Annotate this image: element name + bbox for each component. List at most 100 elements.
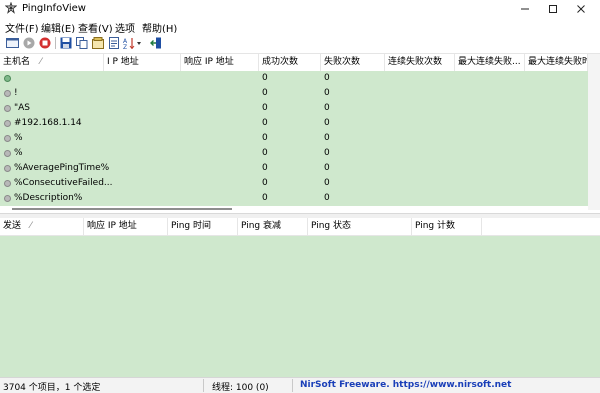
- toolbar-separator: [55, 37, 56, 49]
- minimize-button[interactable]: [512, 0, 538, 18]
- cell-success: 0: [262, 193, 268, 203]
- host-status-icon: [4, 75, 11, 82]
- status-threads: 线程: 100 (0): [212, 383, 269, 393]
- title-bar: PingInfoView: [0, 0, 600, 18]
- host-status-icon: [4, 180, 11, 187]
- properties-button[interactable]: [91, 36, 105, 50]
- column-header-send[interactable]: 发送 ⁄: [0, 218, 84, 235]
- column-label-response-ip: 响应 IP 地址: [184, 57, 234, 67]
- stop-icon: [39, 37, 51, 49]
- table-row[interactable]: ! 0 0: [0, 86, 588, 101]
- host-status-icon: [4, 90, 11, 97]
- save-icon: [60, 37, 72, 49]
- properties-icon: [92, 37, 104, 49]
- html-report-icon: [109, 37, 119, 49]
- column-header-max-consecutive-fail-time[interactable]: 最大连续失败时: [525, 54, 588, 71]
- status-item-count: 3704 个项目，1 个选定: [3, 383, 101, 393]
- table-row[interactable]: %ConsecutiveFailed... 0 0: [0, 176, 588, 191]
- cell-host: !: [14, 88, 18, 98]
- column-label-ping-time: Ping 时间: [171, 221, 212, 231]
- column-header-ping-count[interactable]: Ping 计数: [412, 218, 482, 235]
- hosts-table: 主机名 ⁄ I P 地址 响应 IP 地址 成功次数 失败次数 连续失败次数 最…: [0, 54, 588, 210]
- horizontal-scrollbar-thumb[interactable]: [12, 208, 232, 210]
- cell-fail: 0: [324, 193, 330, 203]
- column-label-ping-ttl: Ping 衰减: [241, 221, 282, 231]
- close-button[interactable]: [568, 0, 594, 18]
- vertical-scrollbar[interactable]: [588, 54, 600, 210]
- menu-bar: 文件(F) 编辑(E) 查看(V) 选项 帮助(H): [0, 18, 600, 35]
- host-status-icon: [4, 195, 11, 202]
- sort-button[interactable]: AZ: [123, 36, 143, 50]
- cell-success: 0: [262, 178, 268, 188]
- cell-success: 0: [262, 73, 268, 83]
- cell-success: 0: [262, 163, 268, 173]
- table-row[interactable]: %AveragePingTime% 0 0: [0, 161, 588, 176]
- cell-host: %AveragePingTime%: [14, 163, 110, 173]
- column-header-response-ip[interactable]: 响应 IP 地址: [181, 54, 259, 71]
- stop-button[interactable]: [38, 36, 52, 50]
- table-row[interactable]: "AS 0 0: [0, 101, 588, 116]
- column-header-consecutive-fail[interactable]: 连续失败次数: [385, 54, 455, 71]
- column-header-fail[interactable]: 失败次数: [321, 54, 385, 71]
- column-label-success: 成功次数: [262, 57, 299, 67]
- cell-success: 0: [262, 88, 268, 98]
- table-row[interactable]: #192.168.1.14 0 0: [0, 116, 588, 131]
- cell-fail: 0: [324, 163, 330, 173]
- window-title: PingInfoView: [22, 3, 86, 14]
- column-header-ping-ttl[interactable]: Ping 衰减: [238, 218, 308, 235]
- cell-host: %: [14, 148, 23, 158]
- ping-history-table: 发送 ⁄ 响应 IP 地址 Ping 时间 Ping 衰减 Ping 状态 Pi…: [0, 218, 600, 377]
- close-icon: [577, 5, 585, 13]
- cell-fail: 0: [324, 73, 330, 83]
- column-header-ping-status[interactable]: Ping 状态: [308, 218, 412, 235]
- cell-host: %: [14, 133, 23, 143]
- cell-success: 0: [262, 133, 268, 143]
- column-label-max-consecutive-fail: 最大连续失败...: [458, 57, 521, 67]
- app-icon: [5, 2, 17, 14]
- copy-button[interactable]: [75, 36, 89, 50]
- cell-success: 0: [262, 103, 268, 113]
- exit-button[interactable]: [149, 36, 163, 50]
- column-label-host: 主机名: [3, 57, 31, 67]
- table-row[interactable]: % 0 0: [0, 146, 588, 161]
- cell-host: "AS: [14, 103, 31, 113]
- column-label-fail: 失败次数: [324, 57, 361, 67]
- nirsoft-link[interactable]: NirSoft Freeware. https://www.nirsoft.ne…: [300, 380, 511, 390]
- copy-icon: [76, 37, 88, 49]
- column-header-success[interactable]: 成功次数: [259, 54, 321, 71]
- hosts-table-header: 主机名 ⁄ I P 地址 响应 IP 地址 成功次数 失败次数 连续失败次数 最…: [0, 54, 588, 72]
- toolbar: AZ: [0, 33, 600, 54]
- column-header-max-consecutive-fail[interactable]: 最大连续失败...: [455, 54, 525, 71]
- save-button[interactable]: [59, 36, 73, 50]
- table-row[interactable]: 0 0: [0, 71, 588, 86]
- column-label-ip: I P 地址: [107, 57, 139, 67]
- cell-fail: 0: [324, 88, 330, 98]
- html-report-button[interactable]: [107, 36, 121, 50]
- exit-icon: [150, 37, 161, 49]
- maximize-button[interactable]: [540, 0, 566, 18]
- cell-host: %Description%: [14, 193, 83, 203]
- new-button[interactable]: [5, 36, 19, 50]
- sort-indicator-icon: ⁄: [40, 57, 42, 67]
- column-label-max-consecutive-fail-time: 最大连续失败时: [528, 57, 588, 67]
- column-header-ip[interactable]: I P 地址: [104, 54, 181, 71]
- maximize-icon: [549, 5, 557, 13]
- column-header-ping-time[interactable]: Ping 时间: [168, 218, 238, 235]
- sort-icon: AZ: [123, 38, 141, 49]
- host-status-icon: [4, 105, 11, 112]
- column-label-ping-count: Ping 计数: [415, 221, 456, 231]
- cell-fail: 0: [324, 148, 330, 158]
- cell-host: %ConsecutiveFailed...: [14, 178, 113, 188]
- host-status-icon: [4, 120, 11, 127]
- column-label-consecutive-fail: 连续失败次数: [388, 57, 443, 67]
- column-header-response-ip[interactable]: 响应 IP 地址: [84, 218, 168, 235]
- column-label-ping-status: Ping 状态: [311, 221, 352, 231]
- column-header-host[interactable]: 主机名 ⁄: [0, 54, 104, 71]
- table-row[interactable]: %Description% 0 0: [0, 191, 588, 206]
- cell-fail: 0: [324, 118, 330, 128]
- table-row[interactable]: % 0 0: [0, 131, 588, 146]
- column-label-send: 发送: [3, 221, 22, 231]
- status-separator: [203, 379, 204, 392]
- play-button[interactable]: [22, 36, 36, 50]
- cell-success: 0: [262, 148, 268, 158]
